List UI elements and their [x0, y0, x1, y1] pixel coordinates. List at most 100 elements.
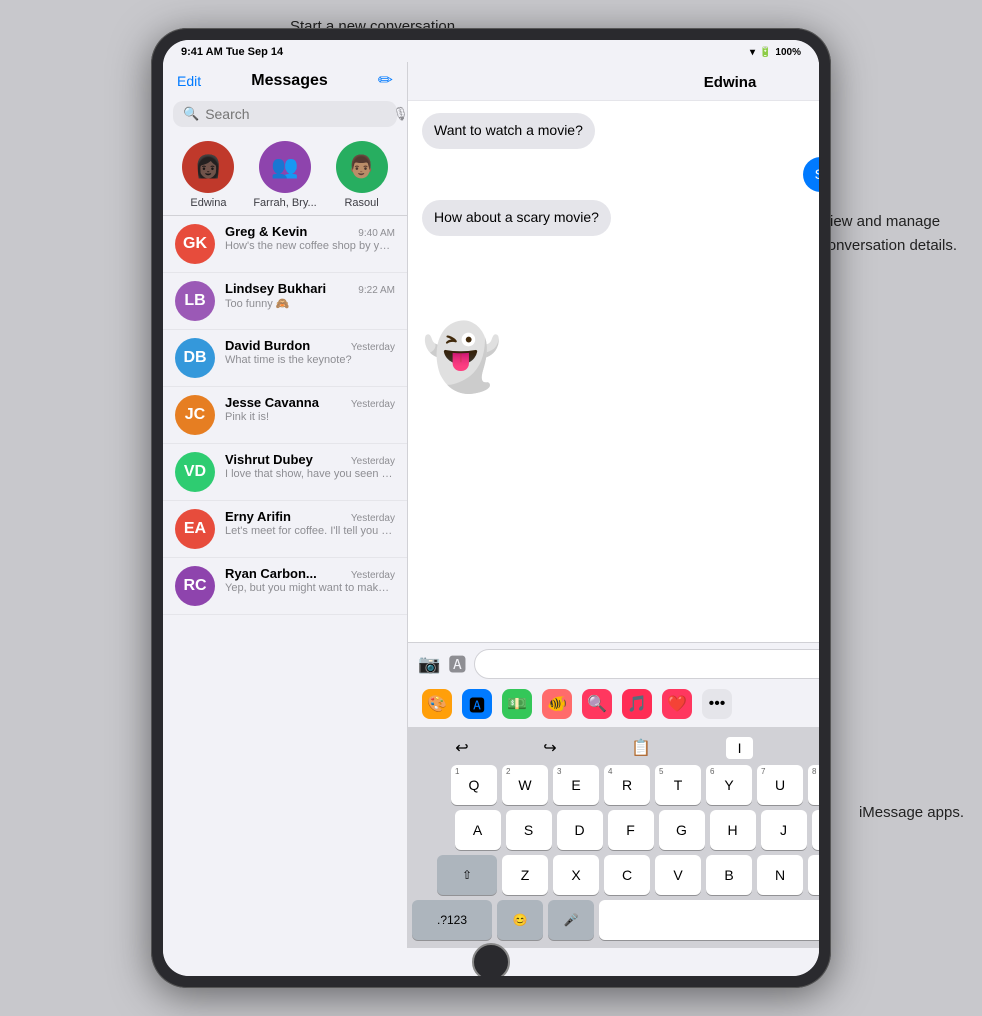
- key-w[interactable]: 2W: [502, 765, 548, 805]
- conv-time: Yesterday: [351, 513, 395, 524]
- pinned-contacts: 👩🏿 Edwina 👥 Farrah, Bry... 👨🏽 Rasoul: [163, 133, 407, 216]
- conv-preview: Yep, but you might want to make it a sur…: [225, 582, 395, 594]
- conv-preview: I love that show, have you seen the late…: [225, 468, 395, 480]
- keyboard-bottom-row: .?123 😊 🎤 .?123 ✒ ⌨: [412, 900, 819, 940]
- key-x[interactable]: X: [553, 855, 599, 895]
- redo-icon[interactable]: ↪: [543, 738, 556, 758]
- game-icon[interactable]: 🐠: [542, 689, 572, 719]
- key-emoji[interactable]: 😊: [497, 900, 543, 940]
- status-bar: 9:41 AM Tue Sep 14 ▾ 🔋 100%: [163, 40, 819, 62]
- conv-avatar-vishrut: VD: [175, 452, 215, 492]
- key-z[interactable]: Z: [502, 855, 548, 895]
- key-q[interactable]: 1Q: [451, 765, 497, 805]
- conv-item-erny[interactable]: EA Erny Arifin Yesterday Let's meet for …: [163, 501, 407, 558]
- cash-app-icon[interactable]: 💵: [502, 689, 532, 719]
- key-r[interactable]: 4R: [604, 765, 650, 805]
- conv-time: Yesterday: [351, 342, 395, 353]
- conv-avatar-ryan: RC: [175, 566, 215, 606]
- key-numbers[interactable]: .?123: [412, 900, 492, 940]
- conv-preview: How's the new coffee shop by you guys?: [225, 240, 395, 252]
- key-t[interactable]: 5T: [655, 765, 701, 805]
- home-button[interactable]: [472, 943, 510, 976]
- more-apps-icon[interactable]: •••: [702, 689, 732, 719]
- heart-icon[interactable]: ❤️: [662, 689, 692, 719]
- photos-app-icon[interactable]: 🎨: [422, 689, 452, 719]
- mic-icon: 🎙: [392, 106, 409, 122]
- pinned-name-farrah: Farrah, Bry...: [253, 197, 316, 209]
- conv-item-greg-kevin[interactable]: GK Greg & Kevin 9:40 AM How's the new co…: [163, 216, 407, 273]
- status-time: 9:41 AM Tue Sep 14: [181, 46, 283, 58]
- pinned-contact-farrah[interactable]: 👥 Farrah, Bry...: [253, 141, 316, 209]
- key-j[interactable]: J: [761, 810, 807, 850]
- main-area: Edit Messages ✏ 🔍 🎙 👩🏿 Edw: [163, 62, 819, 948]
- key-y[interactable]: 6Y: [706, 765, 752, 805]
- conv-item-lindsey[interactable]: LB Lindsey Bukhari 9:22 AM Too funny 🙈: [163, 273, 407, 330]
- chat-contact-name: Edwina: [454, 74, 819, 91]
- message-bubble: How about a scary movie?: [422, 200, 611, 236]
- key-h[interactable]: H: [710, 810, 756, 850]
- search-bar[interactable]: 🔍 🎙: [173, 101, 397, 127]
- wifi-icon: ▾: [750, 47, 755, 58]
- autocorrect-i[interactable]: I: [726, 737, 754, 759]
- chat-area: Edwina › 📹 Want to watch a movie? Sure! …: [408, 62, 819, 948]
- paste-icon[interactable]: 📋: [631, 738, 651, 758]
- conv-name: Erny Arifin: [225, 509, 291, 524]
- compose-button[interactable]: ✏: [378, 70, 393, 91]
- battery-percent: 100%: [775, 47, 801, 58]
- search-icon[interactable]: 🔍: [582, 689, 612, 719]
- conv-preview: What time is the keynote?: [225, 354, 395, 366]
- annotation-view-details: View and manageconversation details.: [820, 210, 957, 258]
- keyboard-row-1: 1Q 2W 3E 4R 5T 6Y 7U 8I 9O 0P ⌫: [412, 765, 819, 805]
- key-n[interactable]: N: [757, 855, 803, 895]
- conv-name: Jesse Cavanna: [225, 395, 319, 410]
- message-row: 👻: [422, 322, 819, 392]
- key-u[interactable]: 7U: [757, 765, 803, 805]
- key-k[interactable]: K: [812, 810, 820, 850]
- conv-name: Vishrut Dubey: [225, 452, 313, 467]
- message-row: Sure! That sounds good to me 🍿: [422, 157, 819, 193]
- search-input[interactable]: [205, 106, 386, 122]
- chat-header: Edwina › 📹: [408, 62, 819, 101]
- conv-time: 9:22 AM: [358, 285, 395, 296]
- key-e[interactable]: 3E: [553, 765, 599, 805]
- conv-item-ryan[interactable]: RC Ryan Carbon... Yesterday Yep, but you…: [163, 558, 407, 615]
- undo-icon[interactable]: ↩: [455, 738, 468, 758]
- chat-messages: Want to watch a movie? Sure! That sounds…: [408, 101, 819, 642]
- conv-name: David Burdon: [225, 338, 310, 353]
- message-input[interactable]: [474, 649, 819, 679]
- camera-button[interactable]: 📷: [418, 654, 440, 675]
- conv-item-vishrut[interactable]: VD Vishrut Dubey Yesterday I love that s…: [163, 444, 407, 501]
- key-b[interactable]: B: [706, 855, 752, 895]
- keyboard: ↩ ↪ 📋 I The That 1Q 2W 3E 4R: [408, 727, 819, 948]
- app-store-icon[interactable]: 🅰: [462, 689, 492, 719]
- conv-time: Yesterday: [351, 570, 395, 581]
- key-s[interactable]: S: [506, 810, 552, 850]
- apps-button[interactable]: 🅰: [448, 651, 466, 677]
- annotation-imessage-apps: iMessage apps.: [859, 804, 964, 821]
- pinned-contact-rasoul[interactable]: 👨🏽 Rasoul: [336, 141, 388, 209]
- message-input-row: 📷 🅰 ↑: [418, 649, 819, 679]
- key-mic[interactable]: 🎤: [548, 900, 594, 940]
- conv-item-david[interactable]: DB David Burdon Yesterday What time is t…: [163, 330, 407, 387]
- conv-avatar-jesse: JC: [175, 395, 215, 435]
- key-shift[interactable]: ⇧: [437, 855, 497, 895]
- key-c[interactable]: C: [604, 855, 650, 895]
- key-i[interactable]: 8I: [808, 765, 819, 805]
- key-f[interactable]: F: [608, 810, 654, 850]
- pinned-contact-edwina[interactable]: 👩🏿 Edwina: [182, 141, 234, 209]
- keyboard-row-3: ⇧ Z X C V B N M ! ? ⇧: [412, 855, 819, 895]
- key-m[interactable]: M: [808, 855, 819, 895]
- conv-preview: Too funny 🙈: [225, 297, 395, 310]
- key-a[interactable]: A: [455, 810, 501, 850]
- music-icon[interactable]: 🎵: [622, 689, 652, 719]
- key-d[interactable]: D: [557, 810, 603, 850]
- key-v[interactable]: V: [655, 855, 701, 895]
- conv-avatar-erny: EA: [175, 509, 215, 549]
- sidebar: Edit Messages ✏ 🔍 🎙 👩🏿 Edw: [163, 62, 408, 948]
- conv-item-jesse[interactable]: JC Jesse Cavanna Yesterday Pink it is!: [163, 387, 407, 444]
- imessage-bar: 📷 🅰 ↑ 🎨 🅰 💵 🐠 🔍 🎵 ❤️: [408, 642, 819, 727]
- key-space[interactable]: [599, 900, 819, 940]
- edit-button[interactable]: Edit: [177, 73, 201, 89]
- conv-time: Yesterday: [351, 456, 395, 467]
- key-g[interactable]: G: [659, 810, 705, 850]
